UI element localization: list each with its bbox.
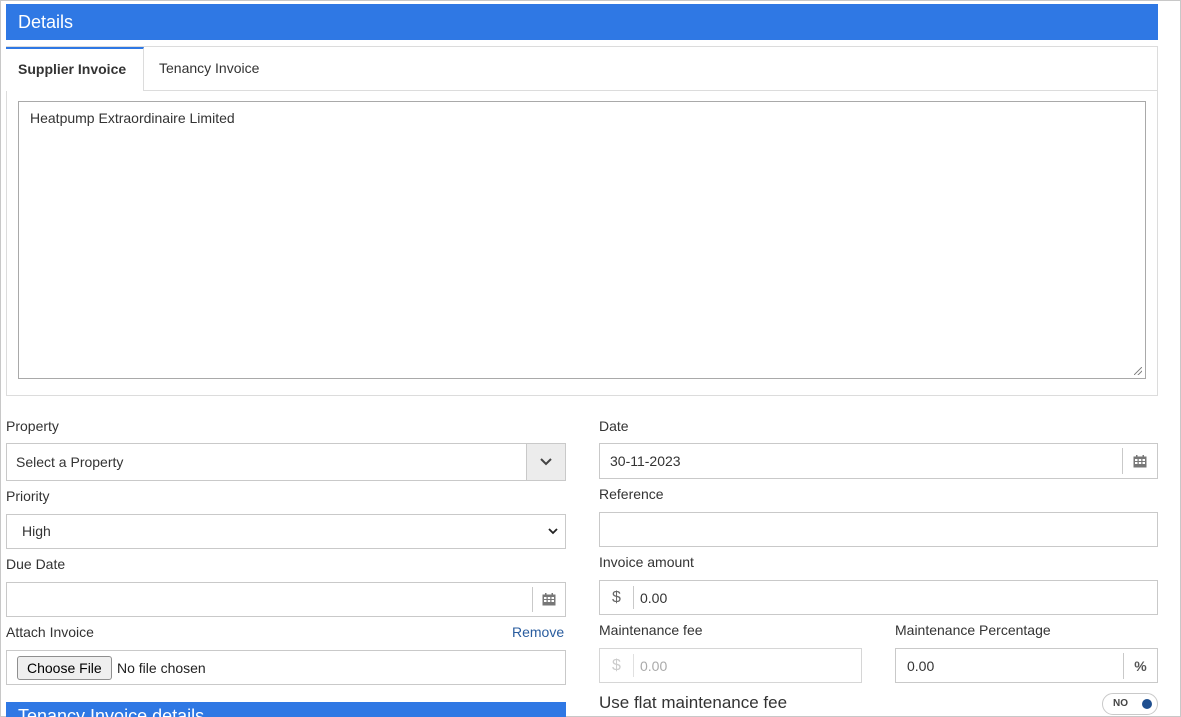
tab-tenancy-invoice[interactable]: Tenancy Invoice xyxy=(147,47,271,90)
invoice-tab-panel: Supplier Invoice Tenancy Invoice Heatpum… xyxy=(6,46,1158,396)
file-status-text: No file chosen xyxy=(117,660,206,676)
maintenance-percentage-value: 0.00 xyxy=(907,658,935,674)
toggle-knob xyxy=(1142,699,1152,709)
tenancy-invoice-details-header: Tenancy Invoice details xyxy=(6,702,566,717)
dollar-icon: $ xyxy=(600,586,634,609)
flat-fee-label: Use flat maintenance fee xyxy=(599,693,788,712)
flat-fee-toggle[interactable]: NO xyxy=(1102,693,1158,715)
chevron-down-icon xyxy=(540,458,552,466)
flat-fee-toggle-label: NO xyxy=(1113,698,1128,709)
dollar-icon: $ xyxy=(600,654,634,677)
calendar-icon xyxy=(1133,454,1147,467)
calendar-icon xyxy=(542,593,556,606)
invoice-amount-label: Invoice amount xyxy=(599,554,694,570)
tab-supplier-invoice-label: Supplier Invoice xyxy=(18,61,127,77)
priority-select[interactable]: High xyxy=(6,514,566,549)
maintenance-fee-label: Maintenance fee xyxy=(599,622,703,638)
percent-icon: % xyxy=(1123,653,1157,679)
invoice-amount-input[interactable]: $ 0.00 xyxy=(599,580,1158,615)
due-date-input[interactable] xyxy=(6,582,566,617)
maintenance-fee-input: $ 0.00 xyxy=(599,648,862,683)
due-date-calendar-button[interactable] xyxy=(532,587,565,612)
select-arrow-icon xyxy=(548,528,558,535)
remove-attachment-link[interactable]: Remove xyxy=(512,624,564,640)
date-value: 30-11-2023 xyxy=(610,453,681,469)
resize-grip-icon[interactable] xyxy=(1134,367,1142,375)
attach-invoice-label: Attach Invoice xyxy=(6,624,94,640)
supplier-notes-textarea[interactable]: Heatpump Extraordinaire Limited xyxy=(18,101,1146,379)
invoice-tabs: Supplier Invoice Tenancy Invoice xyxy=(6,47,1157,91)
tab-tenancy-invoice-label: Tenancy Invoice xyxy=(159,60,260,76)
property-select[interactable]: Select a Property xyxy=(6,443,566,481)
date-input[interactable]: 30-11-2023 xyxy=(599,443,1158,479)
attach-invoice-field: Choose File No file chosen xyxy=(6,650,566,685)
tenancy-invoice-details-title: Tenancy Invoice details xyxy=(18,706,205,717)
priority-label: Priority xyxy=(6,488,50,504)
property-select-value: Select a Property xyxy=(16,454,124,470)
property-label: Property xyxy=(6,418,59,434)
date-calendar-button[interactable] xyxy=(1122,448,1157,474)
due-date-label: Due Date xyxy=(6,556,66,572)
priority-select-value: High xyxy=(22,523,51,539)
maintenance-percentage-input[interactable]: 0.00 % xyxy=(895,648,1158,683)
choose-file-button[interactable]: Choose File xyxy=(17,656,112,680)
date-label: Date xyxy=(599,418,629,434)
reference-label: Reference xyxy=(599,486,664,502)
details-header: Details xyxy=(6,4,1158,40)
reference-input[interactable] xyxy=(599,512,1158,547)
maintenance-fee-value: 0.00 xyxy=(640,658,668,674)
property-dropdown-button[interactable] xyxy=(526,444,565,480)
invoice-amount-value: 0.00 xyxy=(640,590,668,606)
supplier-notes-text: Heatpump Extraordinaire Limited xyxy=(30,110,235,126)
tab-supplier-invoice[interactable]: Supplier Invoice xyxy=(6,47,144,91)
details-title: Details xyxy=(18,12,74,32)
maintenance-percentage-label: Maintenance Percentage xyxy=(895,622,1051,638)
